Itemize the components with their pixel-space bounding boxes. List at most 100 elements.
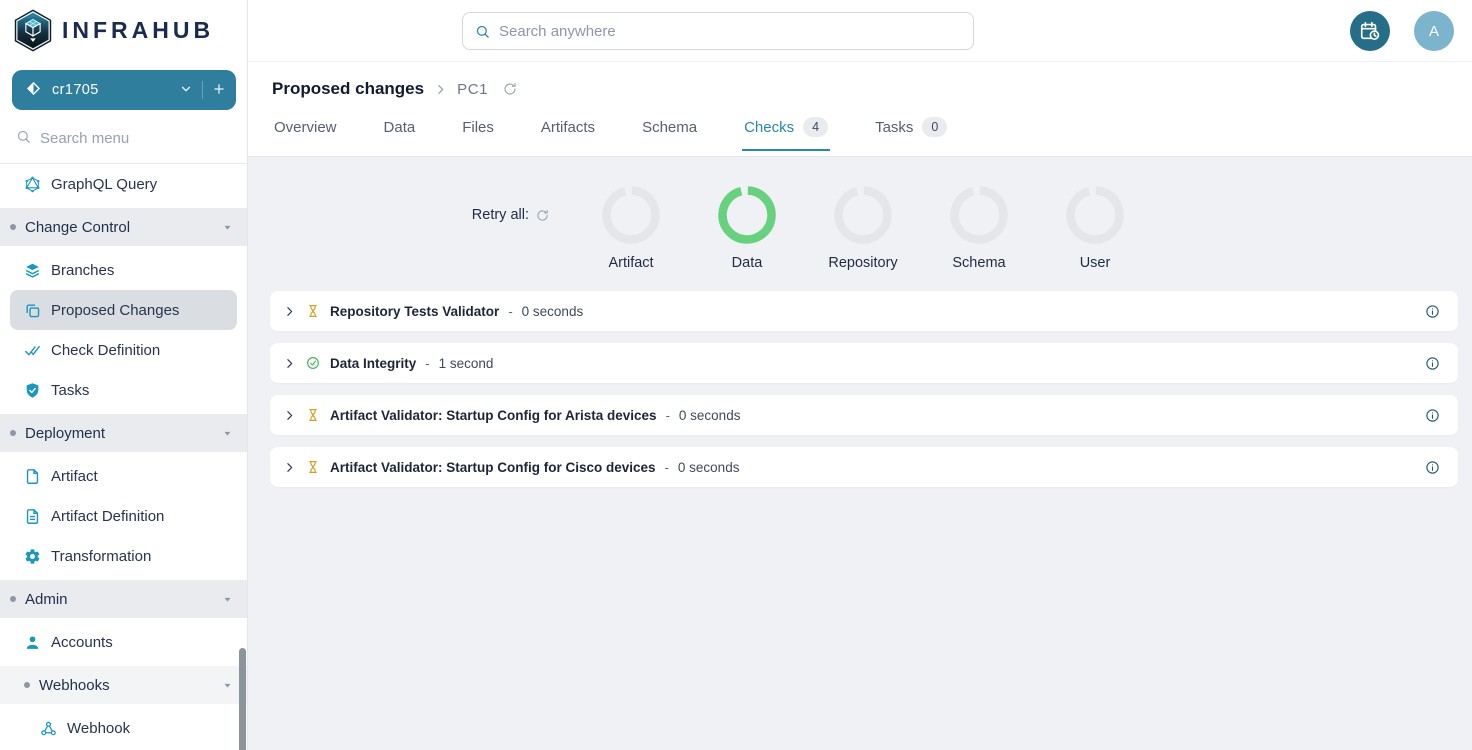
sidebar-group-label: Webhooks (39, 677, 110, 694)
brand-name: INFRAHUB (62, 17, 214, 44)
check-ring-repository[interactable]: Repository (805, 186, 921, 271)
tab-artifacts[interactable]: Artifacts (539, 108, 597, 151)
time-travel-button[interactable] (1350, 11, 1390, 51)
sidebar-item-label: Proposed Changes (51, 302, 179, 319)
info-icon[interactable] (1425, 408, 1440, 423)
file-icon (24, 468, 41, 485)
sidebar-item-label: Accounts (51, 634, 113, 651)
chevron-right-icon[interactable] (283, 357, 296, 370)
sidebar-item-proposed-changes[interactable]: Proposed Changes (10, 290, 237, 330)
chevron-down-icon[interactable] (222, 594, 233, 605)
sidebar-item-tasks[interactable]: Tasks (0, 370, 247, 410)
bullet-icon (10, 596, 16, 602)
tab-label: Artifacts (541, 119, 595, 136)
separator: - (425, 356, 429, 371)
check-row[interactable]: Repository Tests Validator-0 seconds (270, 291, 1458, 331)
chevron-right-icon[interactable] (283, 409, 296, 422)
chevron-right-icon[interactable] (283, 305, 296, 318)
checks-panel: Retry all: ArtifactDataRepositorySchemaU… (248, 157, 1472, 750)
tab-count-badge: 4 (803, 117, 828, 137)
check-list: Repository Tests Validator-0 secondsData… (270, 291, 1458, 487)
sidebar-scrollbar[interactable] (239, 648, 246, 750)
sidebar-item-artifact-definition[interactable]: Artifact Definition (0, 496, 247, 536)
hourglass-icon (306, 460, 320, 474)
check-ring-schema[interactable]: Schema (921, 186, 1037, 271)
chevron-down-icon[interactable] (179, 82, 193, 99)
ring-label: Artifact (608, 255, 653, 271)
tab-schema[interactable]: Schema (640, 108, 699, 151)
search-input[interactable] (499, 23, 961, 40)
retry-all-button[interactable] (536, 209, 549, 222)
tab-label: Tasks (875, 119, 913, 136)
main-area: A Proposed changes PC1 OverviewDataFiles… (248, 0, 1472, 750)
tab-checks[interactable]: Checks4 (742, 108, 830, 151)
avatar[interactable]: A (1414, 11, 1454, 51)
info-icon[interactable] (1425, 356, 1440, 371)
check-ring-data[interactable]: Data (689, 186, 805, 271)
info-icon[interactable] (1425, 304, 1440, 319)
sidebar-group-deployment[interactable]: Deployment (0, 414, 247, 452)
refresh-icon[interactable] (503, 82, 517, 96)
tab-tasks[interactable]: Tasks0 (873, 108, 949, 151)
page-title[interactable]: Proposed changes (272, 79, 424, 99)
ring-label: Schema (952, 255, 1005, 271)
check-title: Repository Tests Validator (330, 304, 499, 319)
sidebar-item-check-definition[interactable]: Check Definition (0, 330, 247, 370)
bullet-icon (24, 682, 30, 688)
ring-label: User (1080, 255, 1111, 271)
check-title: Data Integrity (330, 356, 416, 371)
sidebar-group-change-control[interactable]: Change Control (0, 208, 247, 246)
sidebar-item-webhook[interactable]: Webhook (0, 708, 247, 748)
hourglass-icon (306, 304, 320, 318)
sidebar-item-label: Webhook (67, 720, 130, 737)
brand[interactable]: INFRAHUB (0, 0, 247, 58)
menu-search[interactable]: Search menu (0, 110, 247, 164)
topbar: A (248, 0, 1472, 62)
chevron-down-icon[interactable] (222, 222, 233, 233)
sidebar-group-admin[interactable]: Admin (0, 580, 247, 618)
check-circle-icon (306, 356, 320, 370)
check-ring-artifact[interactable]: Artifact (573, 186, 689, 271)
check-title: Artifact Validator: Startup Config for A… (330, 408, 657, 423)
chevron-right-icon (434, 83, 447, 96)
check-duration: 0 seconds (522, 304, 584, 319)
tab-files[interactable]: Files (460, 108, 496, 151)
tab-data[interactable]: Data (382, 108, 418, 151)
bullet-icon (10, 224, 16, 230)
menu-search-placeholder: Search menu (40, 130, 129, 147)
check-duration: 1 second (439, 356, 494, 371)
check-ring-user[interactable]: User (1037, 186, 1153, 271)
sidebar-item-transformation[interactable]: Transformation (0, 536, 247, 576)
sidebar-item-label: Artifact Definition (51, 508, 164, 525)
global-search[interactable] (462, 12, 974, 50)
chevron-down-icon[interactable] (222, 428, 233, 439)
check-row[interactable]: Artifact Validator: Startup Config for C… (270, 447, 1458, 487)
sidebar-item-label: Branches (51, 262, 114, 279)
layers-icon (24, 262, 41, 279)
progress-ring-icon (602, 186, 660, 249)
sidebar-item-accounts[interactable]: Accounts (0, 622, 247, 662)
check-row[interactable]: Artifact Validator: Startup Config for A… (270, 395, 1458, 435)
page-header: Proposed changes PC1 OverviewDataFilesAr… (248, 62, 1472, 157)
check-duration: 0 seconds (679, 408, 741, 423)
sidebar-item-branches[interactable]: Branches (0, 250, 247, 290)
chevron-down-icon[interactable] (222, 680, 233, 691)
progress-ring-icon (834, 186, 892, 249)
top-actions: A (1350, 11, 1454, 51)
branch-name: cr1705 (52, 82, 179, 98)
sidebar-item-artifact[interactable]: Artifact (0, 456, 247, 496)
ring-label: Repository (828, 255, 897, 271)
double-check-icon (24, 342, 41, 359)
sidebar-group-webhooks[interactable]: Webhooks (0, 666, 247, 704)
graphql-icon (24, 176, 41, 193)
tab-overview[interactable]: Overview (272, 108, 339, 151)
sidebar-item-graphql-query[interactable]: GraphQL Query (0, 164, 247, 204)
sidebar-item-label: Transformation (51, 548, 151, 565)
branch-selector[interactable]: cr1705 (12, 70, 236, 110)
chevron-right-icon[interactable] (283, 461, 296, 474)
shield-check-icon (24, 382, 41, 399)
tab-label: Data (384, 119, 416, 136)
add-branch-button[interactable] (212, 82, 226, 99)
info-icon[interactable] (1425, 460, 1440, 475)
check-row[interactable]: Data Integrity-1 second (270, 343, 1458, 383)
